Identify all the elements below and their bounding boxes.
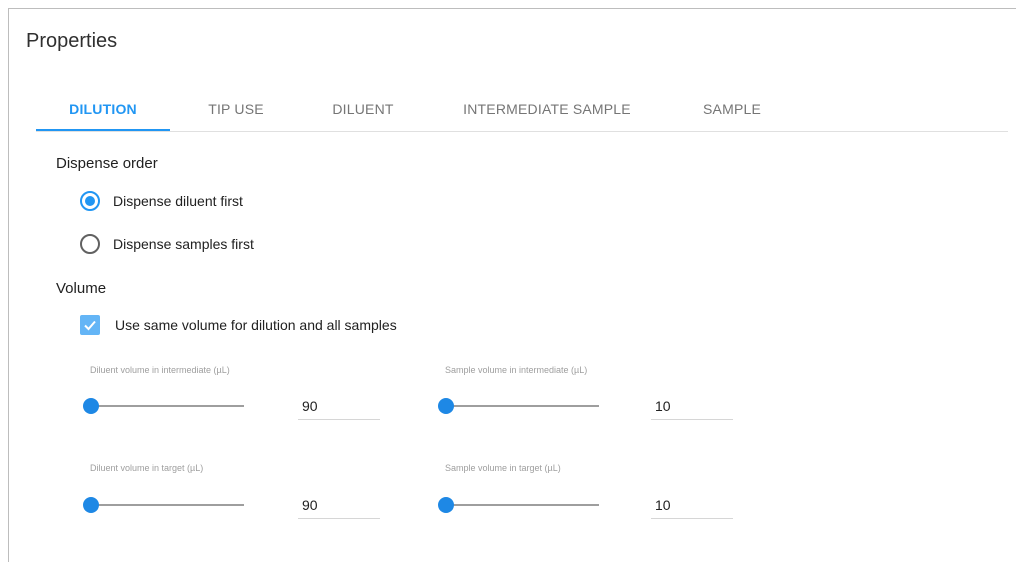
tab-dilution[interactable]: DILUTION xyxy=(36,86,170,132)
active-tab-indicator xyxy=(36,129,170,131)
radio-dispense-samples-first[interactable]: Dispense samples first xyxy=(80,232,254,256)
tab-intermediate-sample[interactable]: INTERMEDIATE SAMPLE xyxy=(441,86,653,132)
sample-intermediate-label: Sample volume in intermediate (µL) xyxy=(445,365,588,375)
checkbox-label: Use same volume for dilution and all sam… xyxy=(115,317,397,333)
sample-target-slider[interactable] xyxy=(438,497,599,513)
diluent-target-input[interactable] xyxy=(298,491,380,519)
slider-track xyxy=(84,504,244,506)
radio-label: Dispense samples first xyxy=(113,236,254,252)
sample-target-label: Sample volume in target (µL) xyxy=(445,463,561,473)
checkbox-checked-icon[interactable] xyxy=(80,315,100,335)
diluent-intermediate-input[interactable] xyxy=(298,392,380,420)
diluent-target-label: Diluent volume in target (µL) xyxy=(90,463,204,473)
slider-thumb[interactable] xyxy=(438,497,454,513)
diluent-intermediate-label: Diluent volume in intermediate (µL) xyxy=(90,365,230,375)
slider-thumb[interactable] xyxy=(83,497,99,513)
tab-tip-use[interactable]: TIP USE xyxy=(188,86,284,132)
slider-track xyxy=(439,504,599,506)
radio-dispense-diluent-first[interactable]: Dispense diluent first xyxy=(80,189,243,213)
radio-selected-icon[interactable] xyxy=(80,191,100,211)
panel-title: Properties xyxy=(26,30,118,52)
sample-target-input[interactable] xyxy=(651,491,733,519)
tab-bar: DILUTION TIP USE DILUENT INTERMEDIATE SA… xyxy=(36,86,1008,132)
radio-label: Dispense diluent first xyxy=(113,193,243,209)
sample-intermediate-input[interactable] xyxy=(651,392,733,420)
slider-track xyxy=(439,405,599,407)
slider-track xyxy=(84,405,244,407)
radio-unselected-icon[interactable] xyxy=(80,234,100,254)
slider-thumb[interactable] xyxy=(83,398,99,414)
dispense-order-heading: Dispense order xyxy=(56,155,158,172)
tab-diluent[interactable]: DILUENT xyxy=(312,86,414,132)
sample-intermediate-slider[interactable] xyxy=(438,398,599,414)
diluent-target-slider[interactable] xyxy=(83,497,244,513)
diluent-intermediate-slider[interactable] xyxy=(83,398,244,414)
volume-heading: Volume xyxy=(56,280,107,297)
same-volume-checkbox-row[interactable]: Use same volume for dilution and all sam… xyxy=(80,313,397,337)
slider-thumb[interactable] xyxy=(438,398,454,414)
tab-sample[interactable]: SAMPLE xyxy=(682,86,782,132)
